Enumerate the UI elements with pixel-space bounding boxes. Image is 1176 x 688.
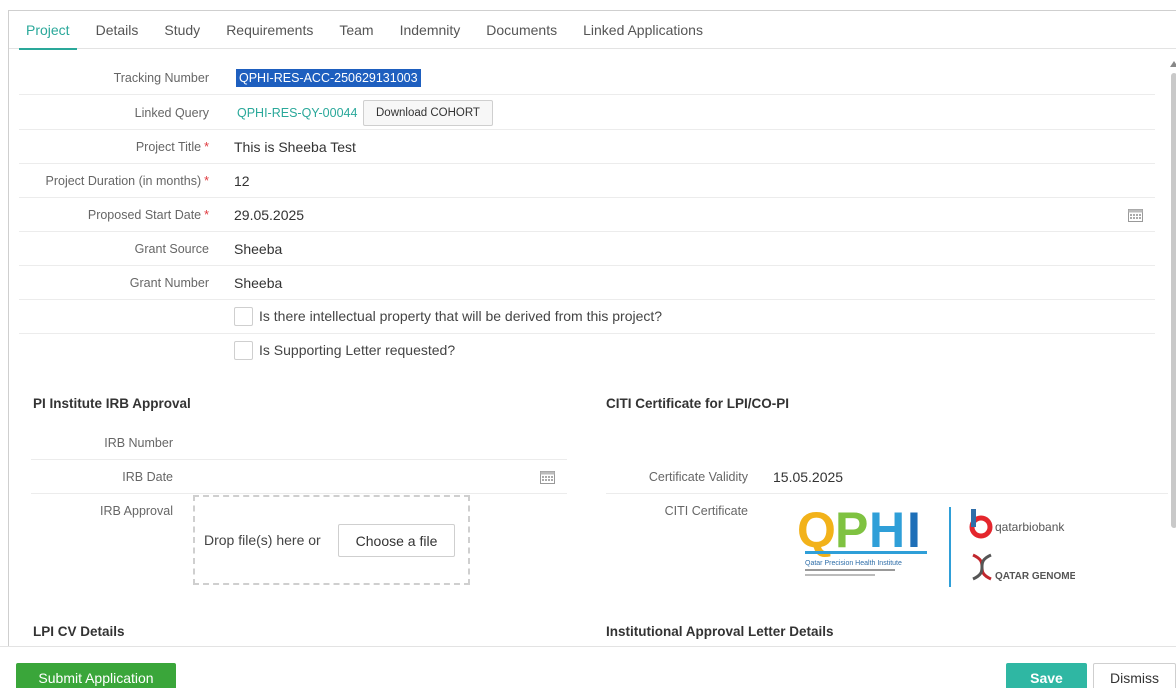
irb-number-label: IRB Number — [104, 436, 173, 450]
grant-number-label: Grant Number — [129, 276, 209, 290]
vertical-scrollbar[interactable] — [1169, 61, 1176, 656]
tracking-number-label: Tracking Number — [113, 71, 209, 85]
supporting-letter-checkbox[interactable] — [234, 341, 253, 360]
tab-bar: Project Details Study Requirements Team … — [9, 11, 1176, 50]
supporting-letter-label: Is Supporting Letter requested? — [259, 342, 456, 358]
irb-number-row: IRB Number — [31, 426, 567, 460]
qphi-logo-image[interactable]: Q P H I Qatar Precision Health Institute… — [795, 499, 1077, 589]
irb-date-row: IRB Date — [31, 460, 567, 494]
svg-text:Qatar Precision Health Institu: Qatar Precision Health Institute — [805, 560, 902, 567]
calendar-icon[interactable] — [1128, 208, 1143, 222]
tab-study[interactable]: Study — [151, 11, 213, 49]
start-date-row: Proposed Start Date * 29.05.2025 — [19, 198, 1155, 232]
irb-date-label: IRB Date — [122, 470, 173, 484]
choose-file-button[interactable]: Choose a file — [338, 524, 455, 557]
duration-label: Project Duration (in months) * — [45, 174, 210, 188]
duration-row: Project Duration (in months) * 12 — [19, 164, 1155, 198]
drop-hint: Drop file(s) here or — [204, 532, 321, 548]
svg-text:P: P — [835, 502, 868, 558]
footer-bar — [0, 646, 1176, 688]
tracking-number-row: Tracking Number QPHI-RES-ACC-25062913100… — [19, 61, 1155, 95]
start-date-label: Proposed Start Date * — [87, 208, 209, 222]
irb-section-heading: PI Institute IRB Approval — [33, 396, 191, 411]
project-title-label: Project Title * — [135, 140, 209, 154]
application-form-frame: Project Details Study Requirements Team … — [8, 10, 1176, 688]
tab-team[interactable]: Team — [326, 11, 386, 49]
svg-text:I: I — [907, 502, 921, 558]
tab-linked-applications[interactable]: Linked Applications — [570, 11, 716, 49]
citi-certificate-label: CITI Certificate — [664, 504, 748, 518]
tab-documents[interactable]: Documents — [473, 11, 570, 49]
svg-text:qatarbiobank: qatarbiobank — [995, 520, 1065, 534]
citi-certificate-row: CITI Certificate — [606, 494, 756, 528]
citi-section-heading: CITI Certificate for LPI/CO-PI — [606, 396, 790, 411]
irb-approval-label: IRB Approval — [100, 504, 173, 518]
linked-query-row: Linked Query QPHI-RES-QY-00044 Download … — [19, 96, 1155, 130]
svg-text:Q: Q — [797, 502, 836, 558]
lpi-cv-heading: LPI CV Details — [33, 624, 125, 639]
certificate-validity-label: Certificate Validity — [648, 470, 748, 484]
scrollbar-thumb[interactable] — [1171, 73, 1176, 528]
ip-question-label: Is there intellectual property that will… — [259, 308, 663, 324]
project-title-row: Project Title * This is Sheeba Test — [19, 130, 1155, 164]
calendar-icon[interactable] — [540, 470, 555, 484]
irb-approval-row: IRB Approval — [31, 494, 181, 528]
svg-text:H: H — [869, 502, 905, 558]
download-cohort-button[interactable]: Download COHORT — [363, 100, 493, 126]
project-title-field[interactable]: This is Sheeba Test — [234, 139, 356, 155]
ip-checkbox[interactable] — [234, 307, 253, 326]
certificate-validity-row: Certificate Validity 15.05.2025 — [606, 460, 1168, 494]
tab-details[interactable]: Details — [83, 11, 152, 49]
grant-source-label: Grant Source — [134, 242, 209, 256]
start-date-field[interactable]: 29.05.2025 — [234, 207, 304, 223]
save-button[interactable]: Save — [1006, 663, 1087, 688]
tab-indemnity[interactable]: Indemnity — [387, 11, 474, 49]
certificate-validity-field[interactable]: 15.05.2025 — [773, 469, 843, 485]
tab-requirements[interactable]: Requirements — [213, 11, 326, 49]
dismiss-button[interactable]: Dismiss — [1093, 663, 1176, 688]
linked-query-label: Linked Query — [134, 106, 209, 120]
tracking-number-value[interactable]: QPHI-RES-ACC-250629131003 — [236, 69, 421, 87]
supporting-letter-row: Is Supporting Letter requested? — [19, 334, 1155, 368]
linked-query-link[interactable]: QPHI-RES-QY-00044 — [237, 106, 357, 120]
grant-source-row: Grant Source Sheeba — [19, 232, 1155, 266]
svg-text:QATAR GENOME: QATAR GENOME — [995, 571, 1075, 582]
grant-number-row: Grant Number Sheeba — [19, 266, 1155, 300]
irb-file-dropzone[interactable]: Drop file(s) here or Choose a file — [193, 495, 470, 585]
submit-application-button[interactable]: Submit Application — [16, 663, 176, 688]
scroll-up-icon[interactable] — [1170, 61, 1176, 67]
grant-number-field[interactable]: Sheeba — [234, 275, 282, 291]
grant-source-field[interactable]: Sheeba — [234, 241, 282, 257]
tab-project[interactable]: Project — [13, 11, 83, 50]
duration-field[interactable]: 12 — [234, 173, 250, 189]
ip-question-row: Is there intellectual property that will… — [19, 300, 1155, 334]
institutional-approval-heading: Institutional Approval Letter Details — [606, 624, 834, 639]
